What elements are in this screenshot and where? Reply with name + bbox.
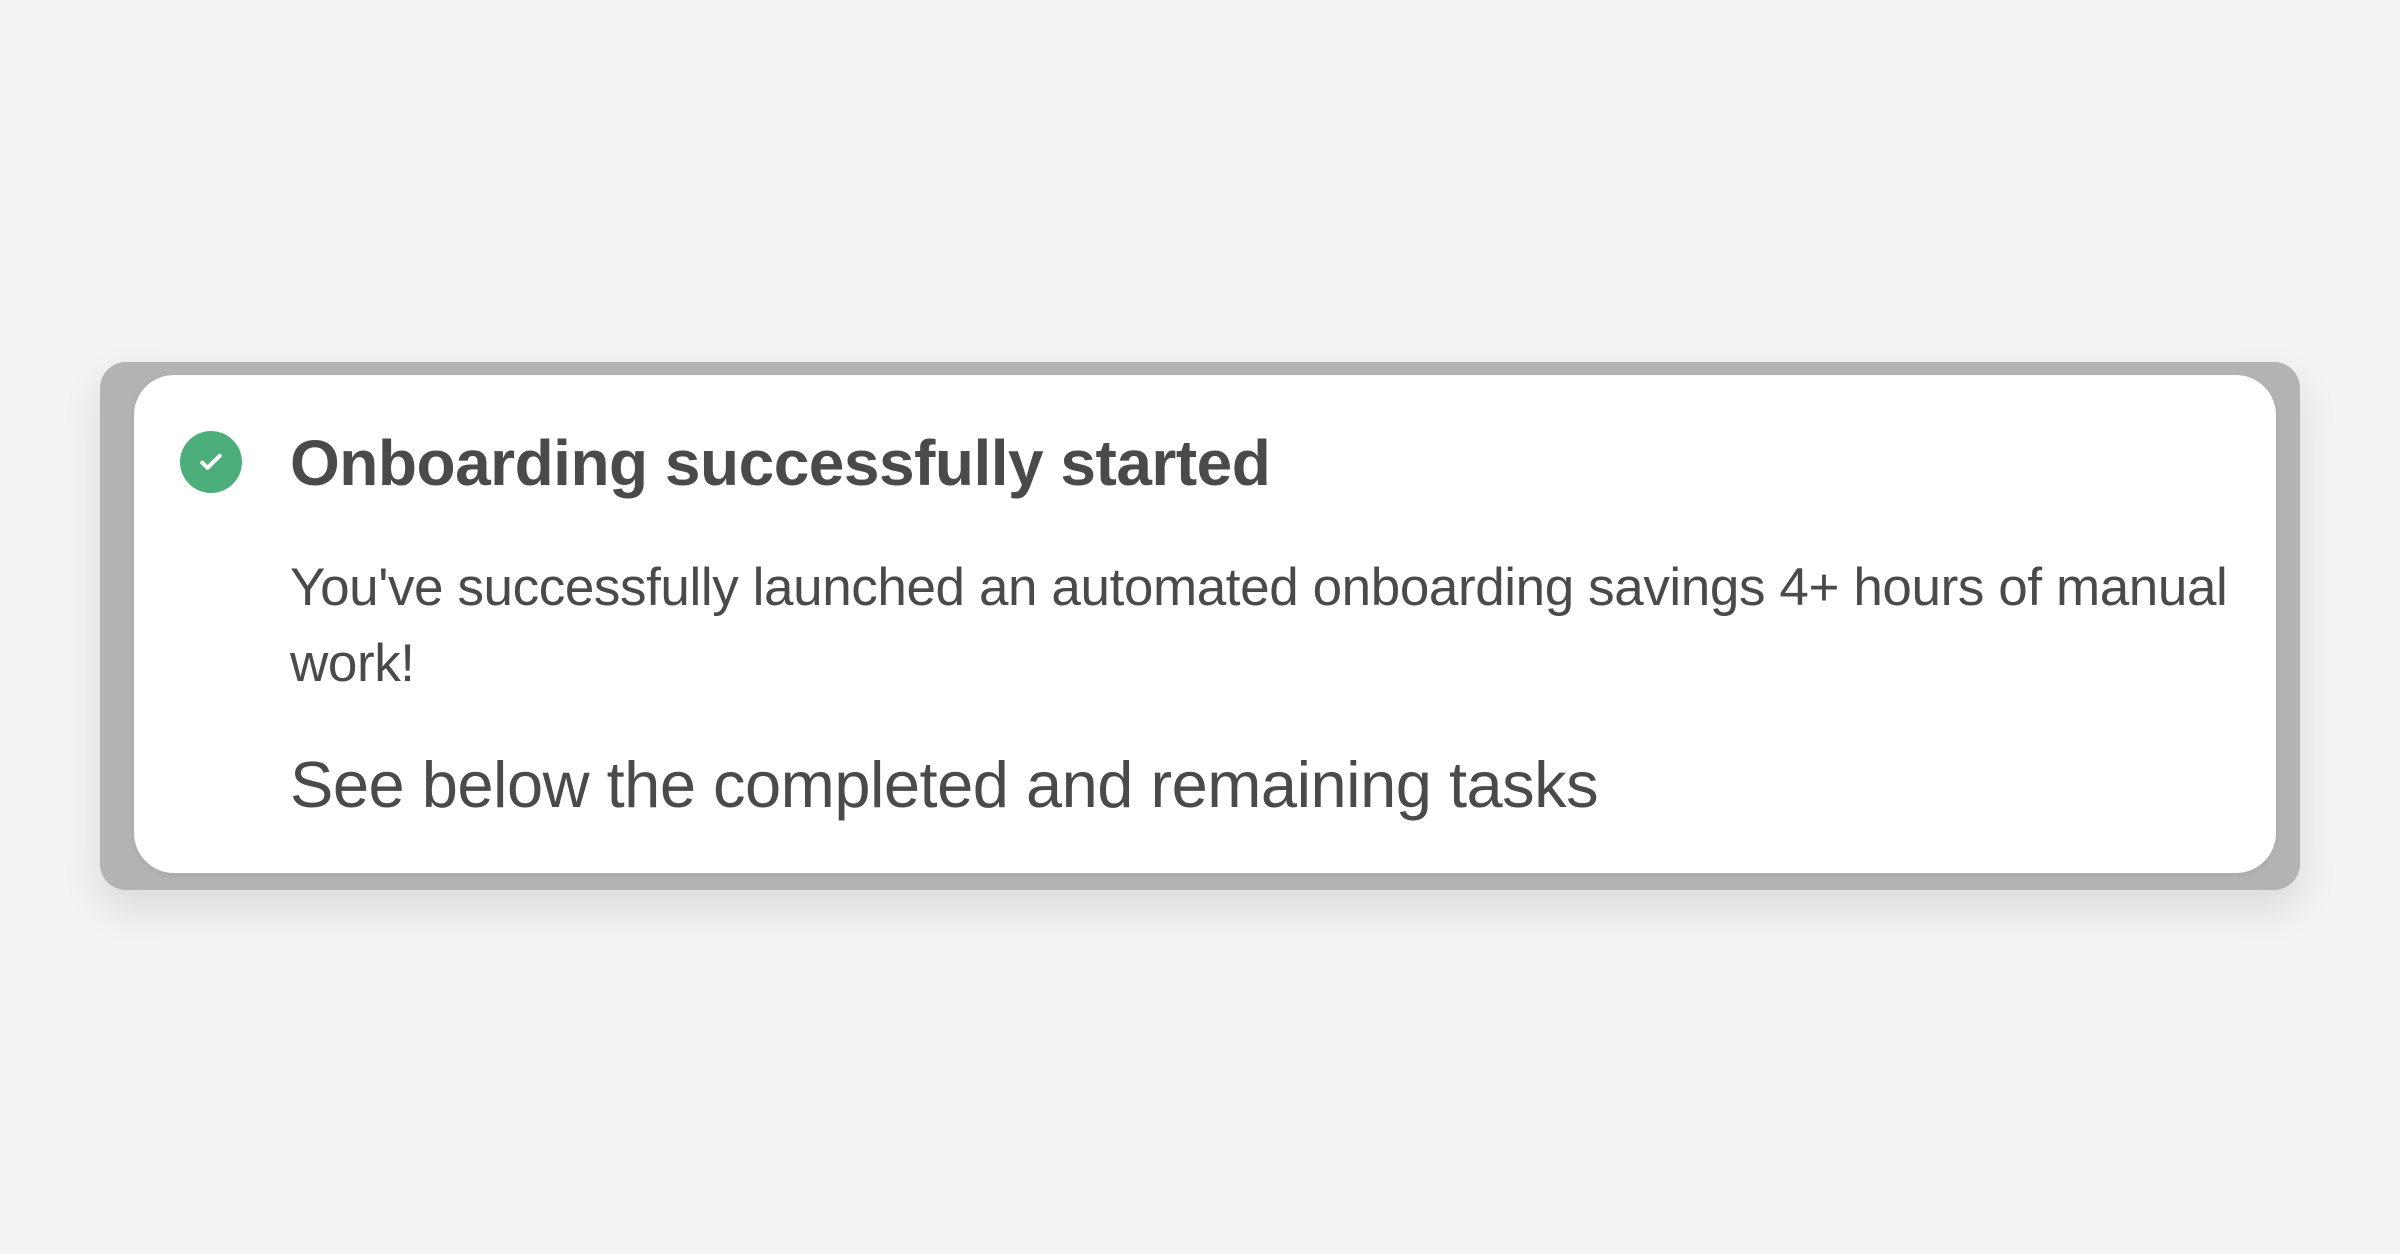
toast-message: You've successfully launched an automate… [290,558,2228,693]
toast-title: Onboarding successfully started [290,427,1271,499]
toast-footer-text: See below the completed and remaining ta… [290,748,1599,821]
check-circle-icon [180,431,242,493]
